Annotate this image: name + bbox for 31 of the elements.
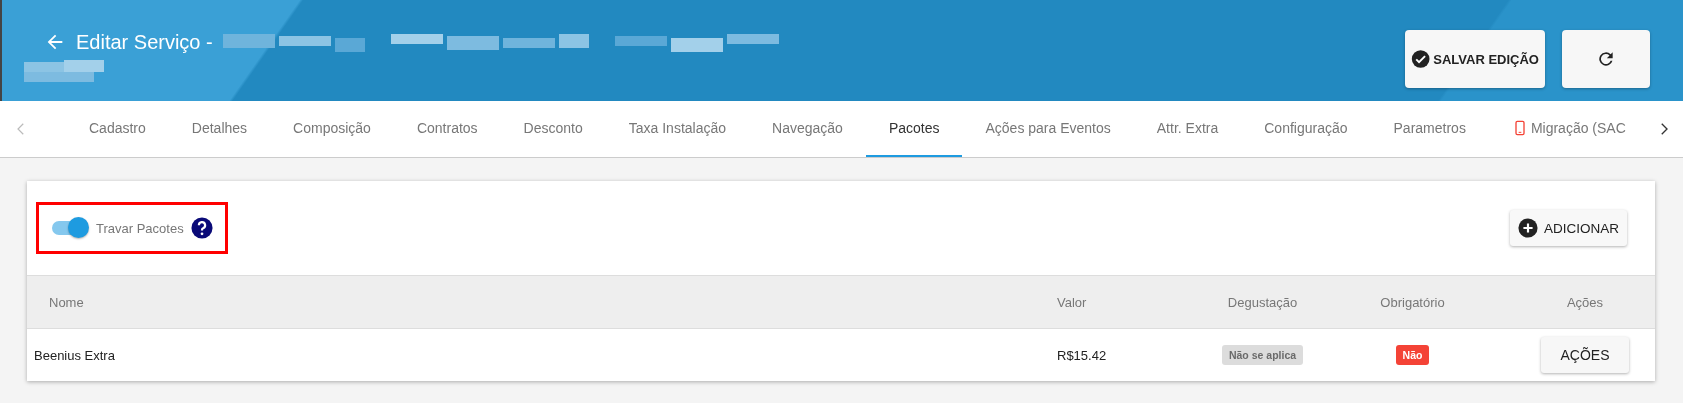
column-header: Obrigatório — [1379, 294, 1446, 310]
column-header: Degustação — [1226, 294, 1299, 310]
page-title: Editar Serviço - — [76, 30, 213, 54]
column-header: Nome — [48, 294, 85, 310]
tab[interactable]: Configuração — [1241, 101, 1371, 157]
tab[interactable]: Ações para Eventos — [962, 101, 1134, 157]
status-badge: Não se aplica — [1221, 345, 1304, 365]
tab[interactable]: Pacotes — [865, 101, 963, 157]
tab[interactable]: Navegação — [749, 101, 866, 157]
tab[interactable]: Cadastro — [66, 101, 169, 157]
table-cell-text: Beenius Extra — [33, 347, 116, 363]
tab[interactable]: Composição — [270, 101, 394, 157]
refresh-icon — [1596, 49, 1616, 69]
check-circle-icon — [1411, 48, 1431, 70]
plus-circle-icon — [1518, 218, 1538, 238]
tab[interactable]: Contratos — [393, 101, 501, 157]
tab[interactable]: Parametros — [1370, 101, 1489, 157]
toggle-label: Travar Pacotes — [96, 220, 184, 236]
table-cell-text: R$15.42 — [1057, 347, 1108, 363]
tab[interactable]: Detalhes — [168, 101, 271, 157]
tab[interactable]: Desconto — [500, 101, 606, 157]
actions-button[interactable]: AÇÕES — [1541, 337, 1629, 373]
save-button[interactable]: SALVAR EDIÇÃO — [1405, 30, 1545, 88]
column-header: Ações — [1565, 294, 1605, 310]
help-icon[interactable] — [190, 217, 213, 239]
tab[interactable]: Taxa Instalação — [605, 101, 750, 157]
status-badge: Não — [1395, 345, 1430, 365]
column-header: Valor — [1057, 294, 1088, 310]
tab[interactable]: Attr. Extra — [1133, 101, 1242, 157]
tab[interactable]: Migração (SAC — [1488, 101, 1626, 157]
add-button[interactable]: ADICIONAR — [1510, 210, 1627, 246]
